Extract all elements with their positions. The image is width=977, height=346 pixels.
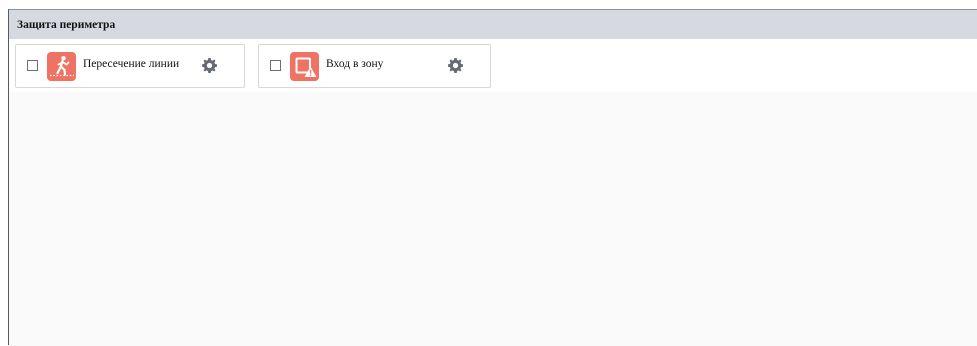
zone-entry-card[interactable]: Вход в зону bbox=[258, 44, 491, 88]
panel-header: Защита периметра bbox=[9, 10, 977, 39]
settings-gear-icon[interactable] bbox=[202, 58, 217, 73]
line-crossing-checkbox[interactable] bbox=[27, 60, 38, 71]
line-crossing-label: Пересечение линии bbox=[83, 58, 180, 70]
settings-gear-icon[interactable] bbox=[448, 58, 463, 73]
detection-rules-toolbar: Пересечение линии Вход в зону bbox=[9, 39, 977, 92]
line-crossing-icon bbox=[47, 52, 76, 81]
zone-entry-checkbox[interactable] bbox=[270, 60, 281, 71]
content-area bbox=[9, 92, 977, 346]
zone-entry-label: Вход в зону bbox=[326, 58, 384, 70]
perimeter-protection-panel: Защита периметра Пересечение линии Вход … bbox=[8, 9, 977, 346]
zone-entry-icon bbox=[290, 52, 319, 81]
line-crossing-card[interactable]: Пересечение линии bbox=[15, 44, 245, 88]
panel-title: Защита периметра bbox=[17, 18, 116, 31]
